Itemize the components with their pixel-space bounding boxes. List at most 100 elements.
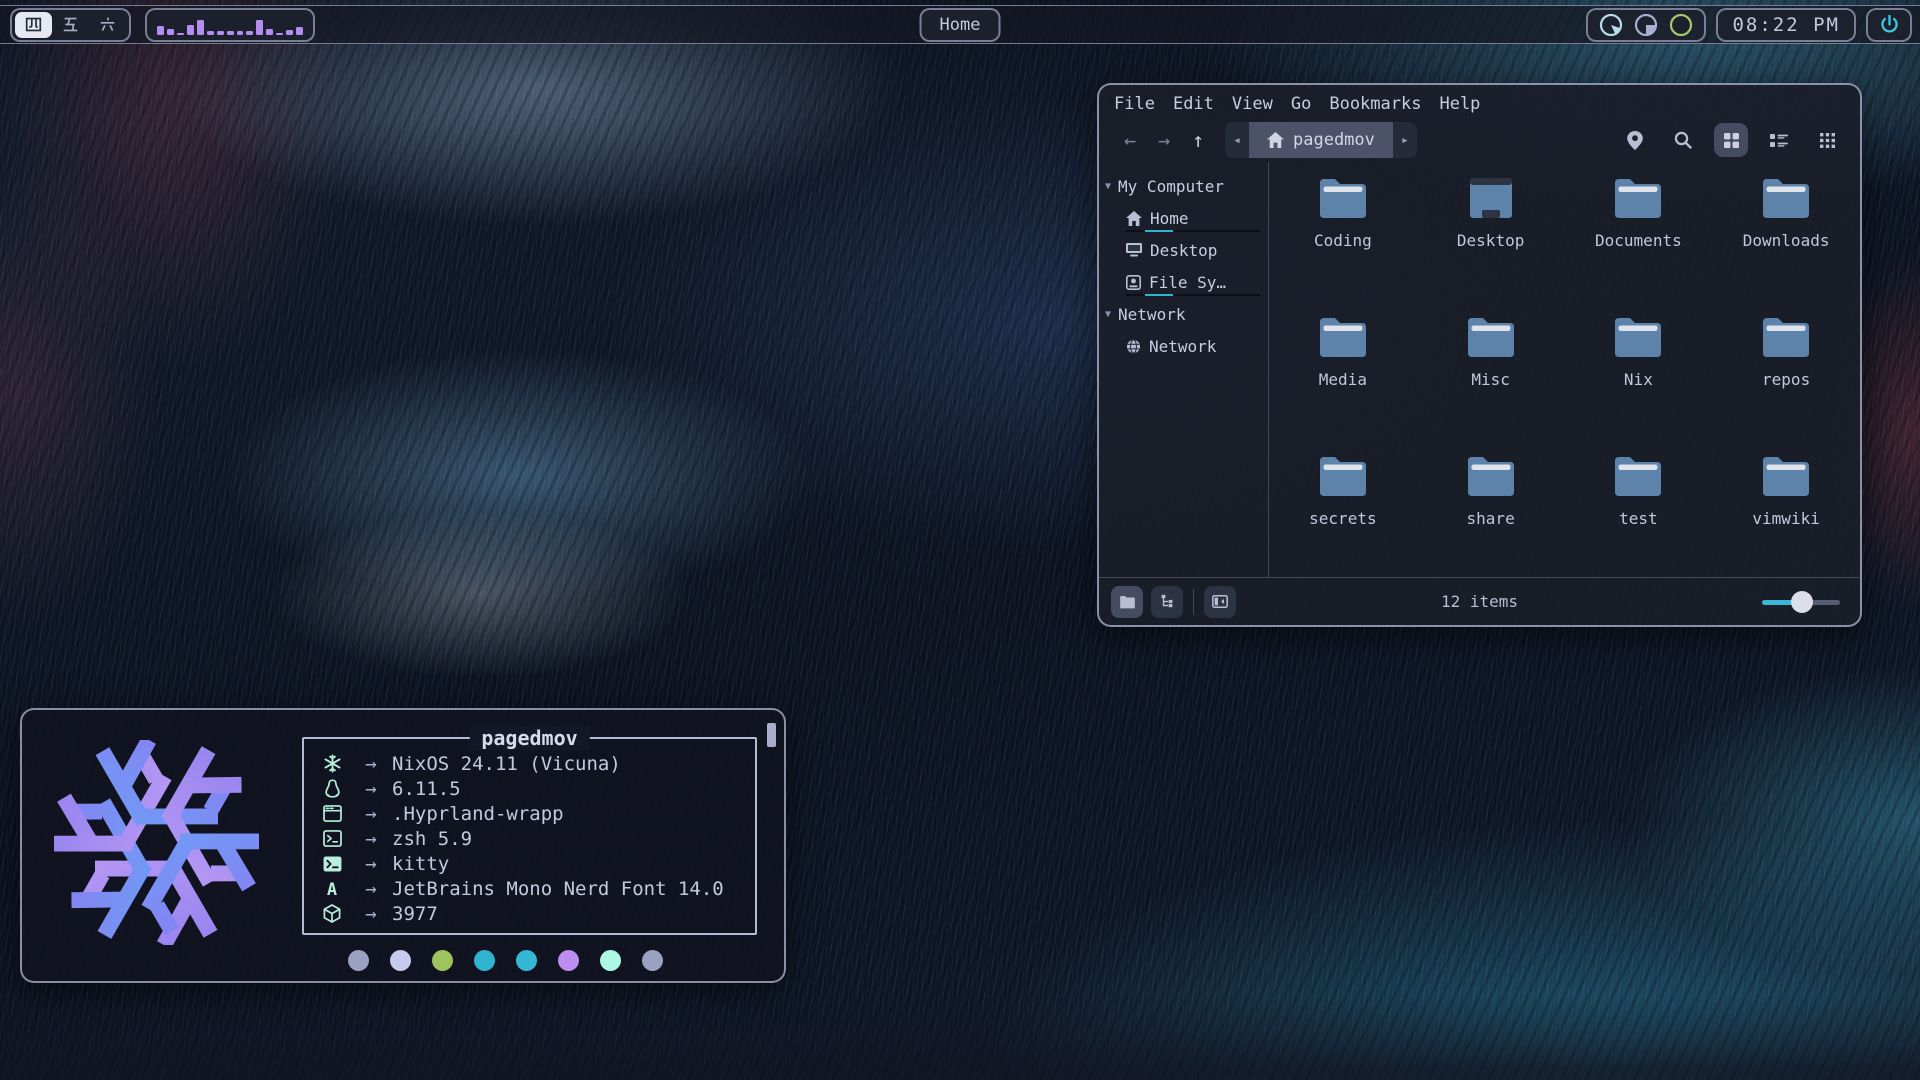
- hostname-label: pagedmov: [469, 726, 589, 750]
- search-icon: [1674, 131, 1692, 149]
- workspace-4-button[interactable]: [15, 12, 52, 38]
- fastfetch-panel: pagedmov → NixOS 24.11 (Vicuna): [302, 737, 757, 935]
- shell-value: zsh 5.9: [392, 828, 472, 850]
- packages-value: 3977: [392, 903, 438, 925]
- grid-view-icon: [1723, 132, 1740, 149]
- palette-dot: [348, 950, 369, 971]
- folder-nix[interactable]: Nix: [1612, 307, 1664, 446]
- folder-label: vimwiki: [1752, 509, 1819, 528]
- sidebar-item-label: Desktop: [1150, 241, 1217, 260]
- arrow-glyph: →: [350, 903, 392, 925]
- path-segment-home[interactable]: pagedmov: [1249, 122, 1393, 158]
- tree-pane-button[interactable]: [1151, 586, 1183, 618]
- cjk-six-glyph: [99, 16, 116, 33]
- up-button[interactable]: ↑: [1181, 128, 1215, 152]
- folder-share[interactable]: share: [1465, 446, 1517, 585]
- sidebar-section-label: My Computer: [1118, 177, 1224, 196]
- folder-secrets[interactable]: secrets: [1309, 446, 1376, 585]
- path-scroll-right-button[interactable]: ▸: [1393, 133, 1417, 148]
- folder-label: Documents: [1595, 231, 1682, 250]
- expander-icon[interactable]: ▼: [1105, 309, 1111, 320]
- path-scroll-left-button[interactable]: ◂: [1225, 133, 1249, 148]
- desktop-icon: [1126, 243, 1142, 257]
- disk-gauge-icon[interactable]: [1598, 12, 1624, 38]
- folder-downloads[interactable]: Downloads: [1743, 168, 1830, 307]
- shell-icon: [323, 830, 342, 847]
- kernel-value: 6.11.5: [392, 778, 461, 800]
- icon-size-slider[interactable]: [1762, 591, 1840, 613]
- terminal-value: kitty: [392, 853, 449, 875]
- folder-repos[interactable]: repos: [1760, 307, 1812, 446]
- menu-view[interactable]: View: [1223, 94, 1282, 114]
- arrow-glyph: →: [350, 853, 392, 875]
- workspace-6-button[interactable]: [89, 12, 126, 38]
- memory-gauge-icon[interactable]: [1633, 12, 1659, 38]
- fastfetch-terminal-row: → kitty: [314, 851, 755, 876]
- menu-edit[interactable]: Edit: [1164, 94, 1223, 114]
- back-button[interactable]: ←: [1113, 128, 1147, 152]
- toolbar-right: [1618, 123, 1844, 157]
- location-button[interactable]: [1618, 123, 1652, 157]
- nix-icon: [323, 754, 342, 773]
- visualizer-bar: [246, 31, 253, 35]
- menu-go[interactable]: Go: [1282, 94, 1320, 114]
- sidebar-section-my-computer[interactable]: ▼ My Computer: [1099, 170, 1268, 202]
- folder-icon: [1760, 454, 1812, 498]
- sidebar-section-network[interactable]: ▼ Network: [1099, 298, 1268, 330]
- sidebar-item-desktop[interactable]: Desktop: [1099, 234, 1268, 266]
- folder-icon: [1612, 454, 1664, 498]
- toolbar: ← → ↑ ◂ pagedmov ▸: [1099, 114, 1860, 162]
- places-pane-button[interactable]: [1111, 586, 1143, 618]
- places-sidebar: ▼ My Computer Home Desktop: [1099, 162, 1268, 577]
- compact-view-button[interactable]: [1810, 123, 1844, 157]
- sidebar-item-filesystem[interactable]: File Sy…: [1099, 266, 1268, 298]
- list-view-button[interactable]: [1762, 123, 1796, 157]
- path-segment-label: pagedmov: [1293, 130, 1375, 150]
- forward-button[interactable]: →: [1147, 128, 1181, 152]
- icon-view-button[interactable]: [1714, 123, 1748, 157]
- list-view-icon: [1770, 133, 1788, 148]
- palette-dot: [642, 950, 663, 971]
- folder-misc[interactable]: Misc: [1465, 307, 1517, 446]
- item-count-label: 12 items: [1441, 592, 1518, 611]
- visualizer-bar: [237, 31, 244, 35]
- home-icon: [1267, 132, 1284, 148]
- expander-icon[interactable]: ▼: [1105, 181, 1111, 192]
- active-window-title: Home: [920, 8, 1001, 42]
- folder-vimwiki[interactable]: vimwiki: [1752, 446, 1819, 585]
- font-icon: A: [323, 880, 341, 898]
- visualizer-bar: [217, 31, 224, 35]
- folder-icon: [1760, 315, 1812, 359]
- palette-dot: [558, 950, 579, 971]
- file-manager-content: ▼ My Computer Home Desktop: [1099, 162, 1860, 577]
- power-button[interactable]: [1866, 8, 1912, 42]
- clock: 08:22 PM: [1716, 8, 1856, 42]
- visualizer-bar: [256, 20, 263, 35]
- folder-label: share: [1467, 509, 1515, 528]
- sidebar-item-home[interactable]: Home: [1099, 202, 1268, 234]
- menu-help[interactable]: Help: [1430, 94, 1489, 114]
- folder-desktop[interactable]: Desktop: [1457, 168, 1524, 307]
- workspace-5-button[interactable]: [52, 12, 89, 38]
- menu-bookmarks[interactable]: Bookmarks: [1320, 94, 1430, 114]
- location-pin-icon: [1627, 131, 1643, 150]
- palette-dot: [516, 950, 537, 971]
- clock-label: 08:22 PM: [1732, 14, 1840, 36]
- sidebar-item-label: File Sy…: [1149, 273, 1226, 292]
- slider-knob[interactable]: [1791, 591, 1813, 613]
- menu-file[interactable]: File: [1105, 94, 1164, 114]
- top-bar: Home 08:22 PM: [0, 5, 1920, 44]
- terminal-icon: [323, 856, 342, 872]
- cpu-gauge-icon[interactable]: [1668, 12, 1694, 38]
- folder-documents[interactable]: Documents: [1595, 168, 1682, 307]
- folder-test[interactable]: test: [1612, 446, 1664, 585]
- status-bar: 12 items: [1099, 577, 1860, 625]
- fastfetch-kernel-row: → 6.11.5: [314, 776, 755, 801]
- fastfetch-shell-row: → zsh 5.9: [314, 826, 755, 851]
- folder-coding[interactable]: Coding: [1314, 168, 1372, 307]
- toggle-side-pane-button[interactable]: [1204, 586, 1236, 618]
- sidebar-item-network[interactable]: Network: [1099, 330, 1268, 362]
- folder-media[interactable]: Media: [1317, 307, 1369, 446]
- fastfetch-wm-row: → .Hyprland-wrapp: [314, 801, 755, 826]
- search-button[interactable]: [1666, 123, 1700, 157]
